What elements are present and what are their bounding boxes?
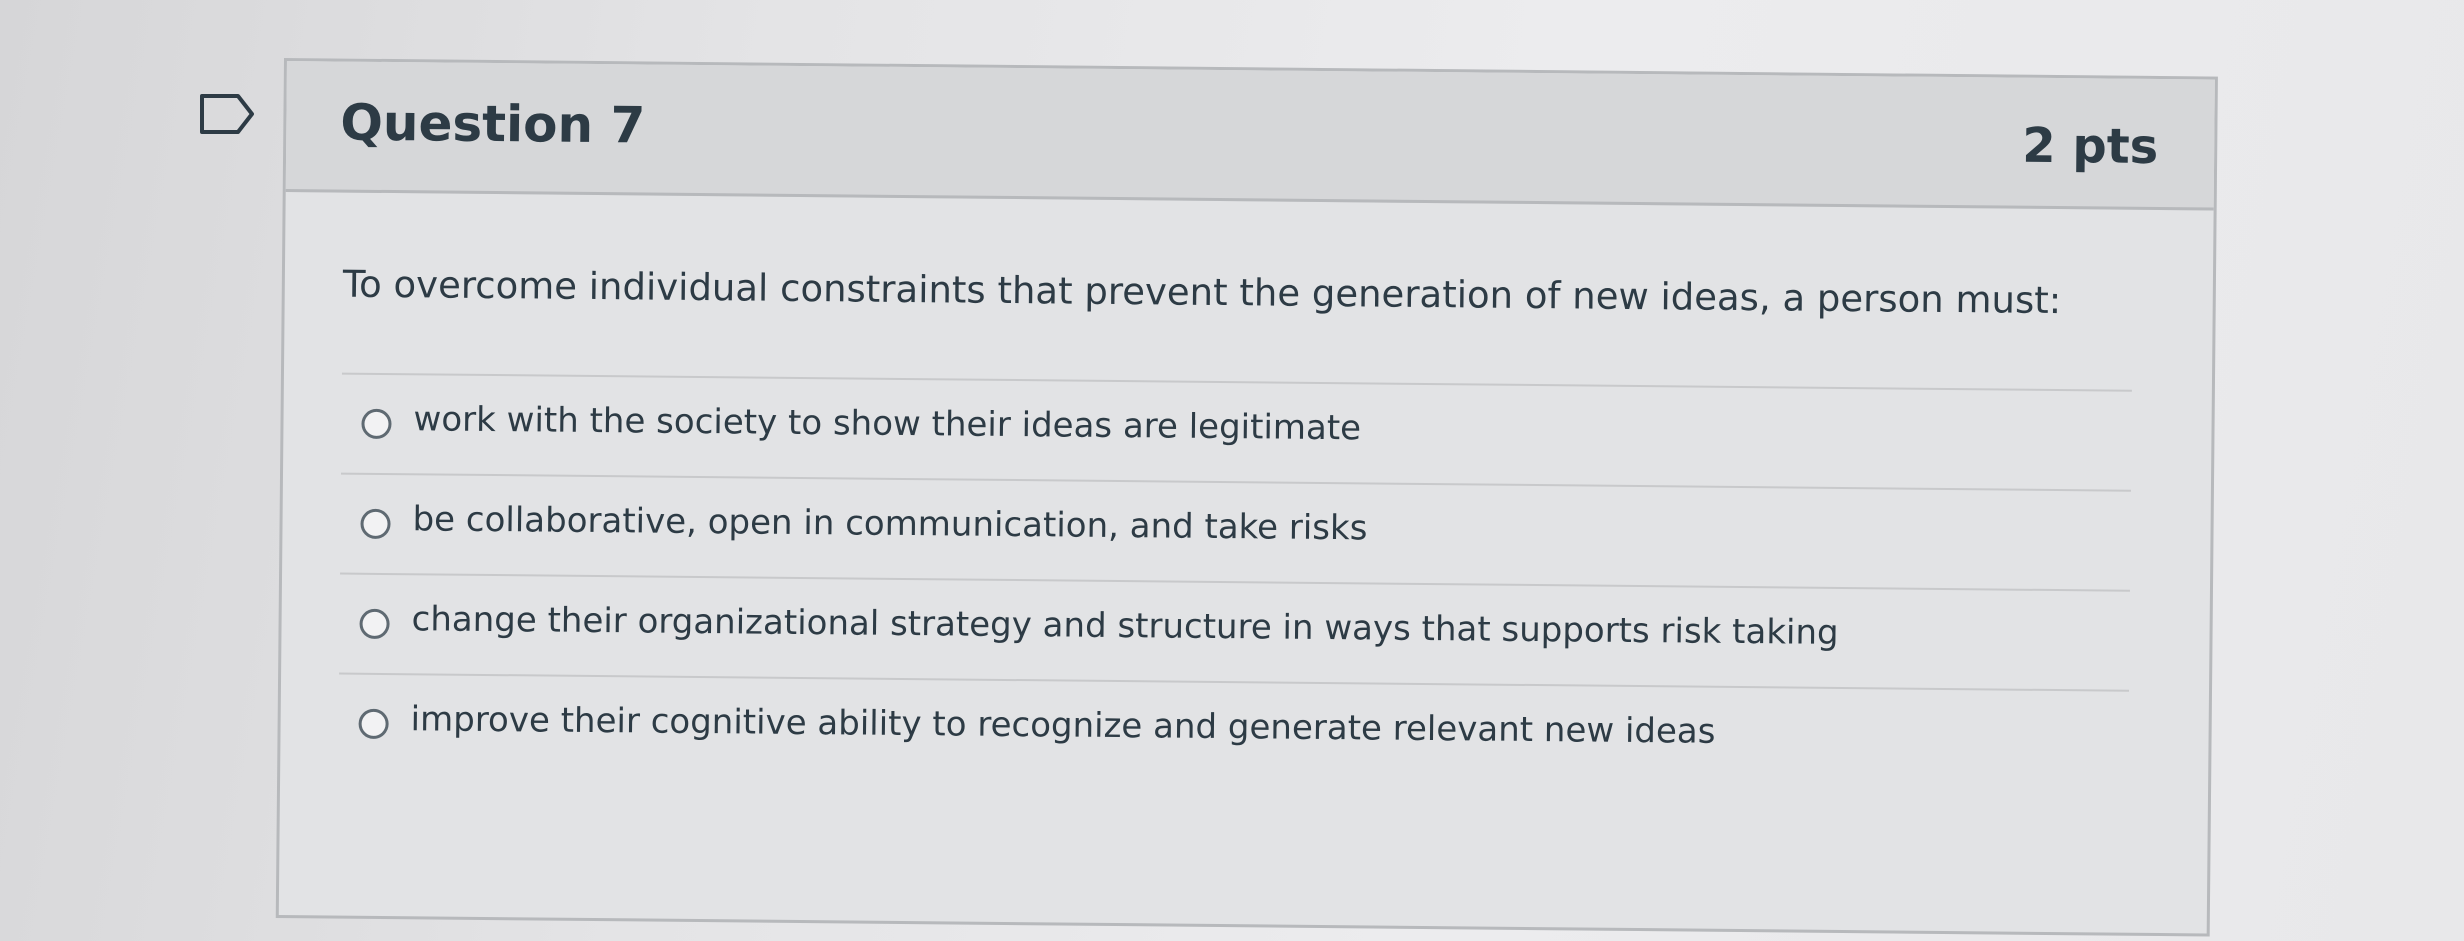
answer-option-3[interactable]: change their organizational strategy and… <box>339 572 2130 690</box>
radio-button[interactable] <box>360 508 391 540</box>
question-title: Question 7 <box>340 93 646 155</box>
answer-label[interactable]: change their organizational strategy and… <box>411 599 1838 653</box>
answer-option-4[interactable]: improve their cognitive ability to recog… <box>338 672 2130 790</box>
radio-button[interactable] <box>359 608 390 640</box>
answer-label[interactable]: work with the society to show their idea… <box>413 399 1361 448</box>
question-header: Question 7 2 pts <box>285 61 2215 211</box>
question-card: Question 7 2 pts To overcome individual … <box>275 58 2218 937</box>
radio-button[interactable] <box>361 408 392 440</box>
answer-option-2[interactable]: be collaborative, open in communication,… <box>340 472 2131 590</box>
answer-label[interactable]: improve their cognitive ability to recog… <box>410 699 1715 752</box>
answer-label[interactable]: be collaborative, open in communication,… <box>412 499 1367 548</box>
flag-question-icon[interactable] <box>198 92 258 136</box>
question-points: 2 pts <box>2021 117 2159 175</box>
radio-button[interactable] <box>358 708 389 740</box>
question-text: To overcome individual constraints that … <box>342 262 2062 323</box>
answer-option-1[interactable]: work with the society to show their idea… <box>341 372 2132 490</box>
